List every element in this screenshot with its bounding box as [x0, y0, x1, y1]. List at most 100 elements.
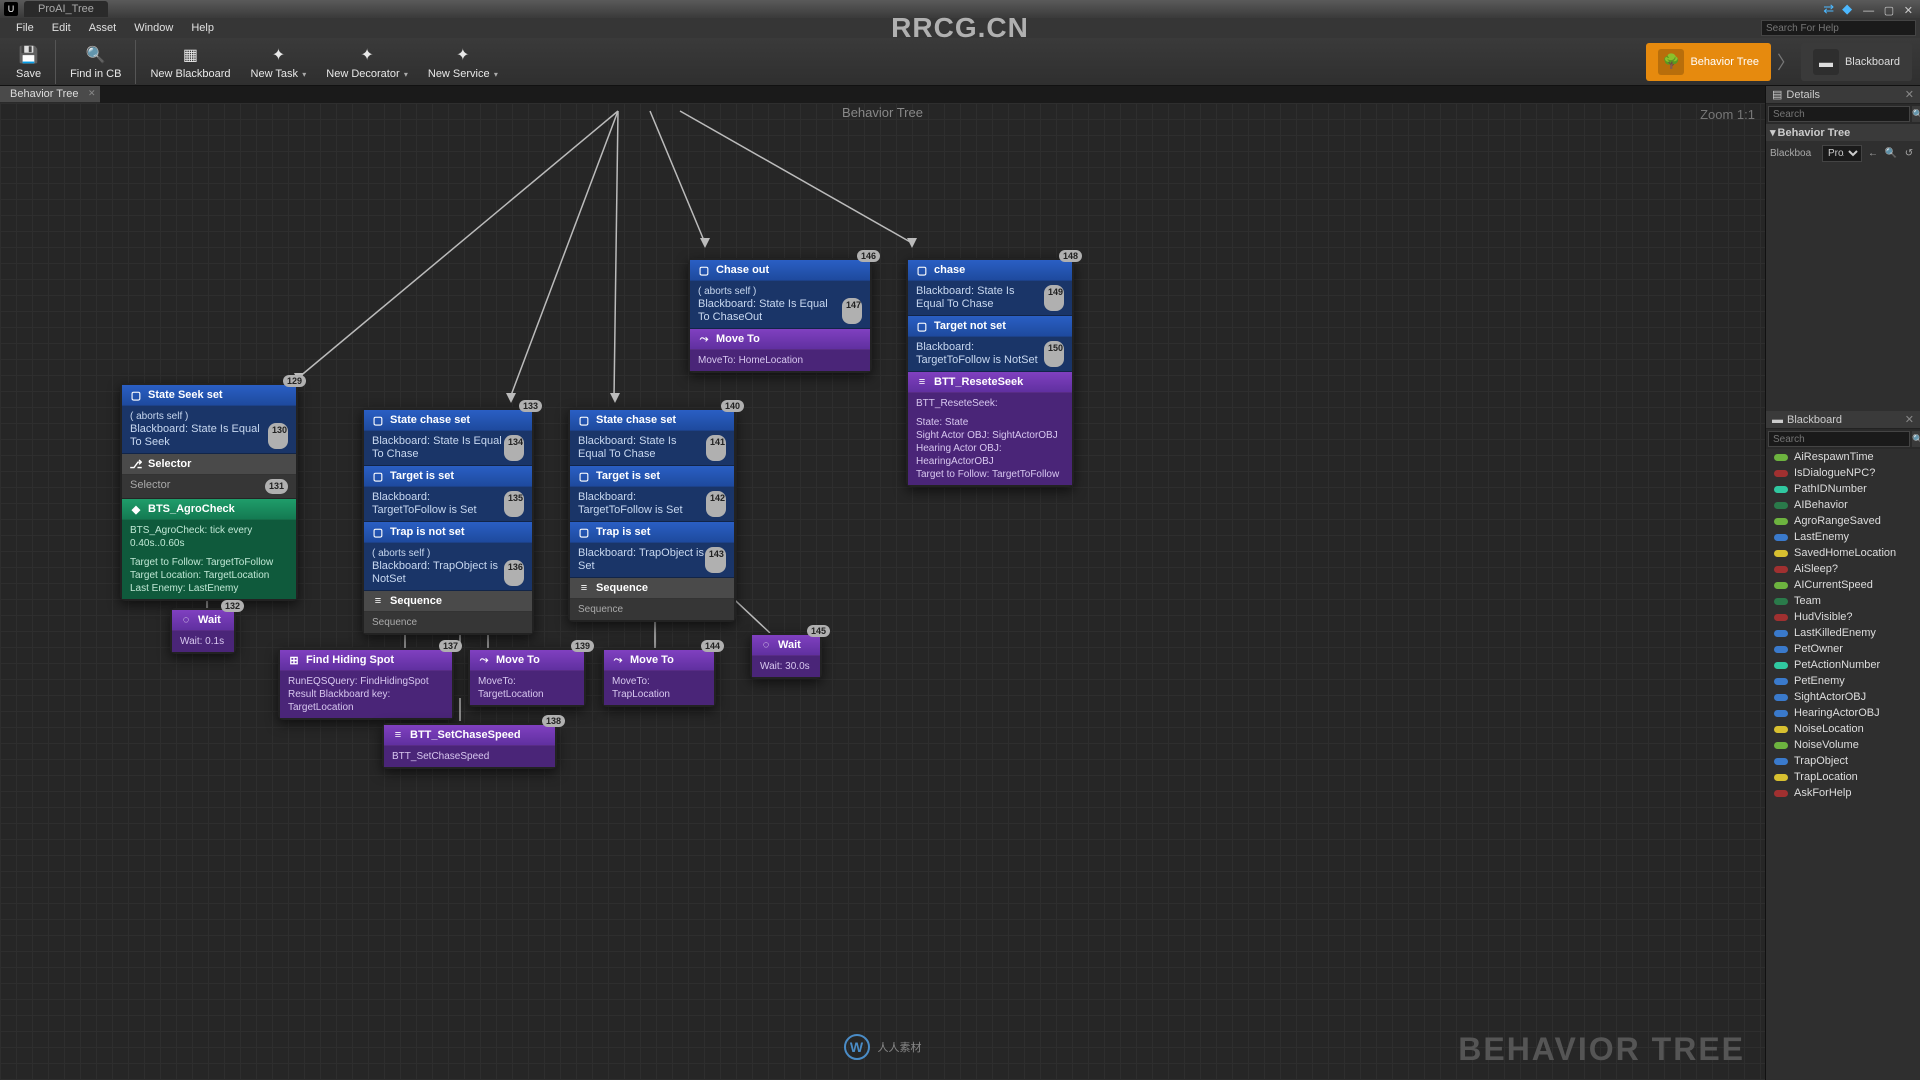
menu-asset[interactable]: Asset	[81, 20, 125, 36]
blackboard-key[interactable]: AiRespawnTime	[1766, 449, 1920, 465]
mode-blackboard[interactable]: ▬Blackboard	[1801, 43, 1912, 81]
blackboard-key-name: PetEnemy	[1794, 675, 1845, 687]
blackboard-key-name: AskForHelp	[1794, 787, 1851, 799]
blackboard-key[interactable]: SightActorOBJ	[1766, 689, 1920, 705]
node-chase-reset[interactable]: 148 ▢chase Blackboard: State Is Equal To…	[906, 258, 1074, 487]
node-moveto-trap[interactable]: 144 ⤳Move To MoveTo: TrapLocation	[602, 648, 716, 707]
blackboard-key[interactable]: TrapLocation	[1766, 769, 1920, 785]
type-pill-icon	[1774, 502, 1788, 509]
blackboard-key[interactable]: NoiseLocation	[1766, 721, 1920, 737]
blackboard-key[interactable]: PetEnemy	[1766, 673, 1920, 689]
search-icon[interactable]: 🔍	[1912, 431, 1920, 447]
graph-canvas[interactable]: Behavior Tree Zoom 1:1 BEHAVIOR TREE W人人…	[0, 103, 1765, 1080]
moveto-icon: ⤳	[478, 654, 490, 666]
node-state-chase-seq1[interactable]: 133 ▢State chase set Blackboard: State I…	[362, 408, 534, 635]
blackboard-key-name: AgroRangeSaved	[1794, 515, 1881, 527]
blackboard-key[interactable]: HearingActorOBJ	[1766, 705, 1920, 721]
blackboard-key-name: SavedHomeLocation	[1794, 547, 1896, 559]
graph-tab[interactable]: Behavior Tree✕	[0, 86, 100, 102]
node-find-hiding-spot[interactable]: 137 ⊞Find Hiding Spot RunEQSQuery: FindH…	[278, 648, 454, 720]
content: Behavior Tree Zoom 1:1 BEHAVIOR TREE W人人…	[0, 86, 1920, 1080]
moveto-icon: ⤳	[612, 654, 624, 666]
type-pill-icon	[1774, 774, 1788, 781]
decorator-icon: ▢	[698, 264, 710, 276]
close-icon[interactable]: ✕	[1905, 88, 1914, 101]
blackboard-key[interactable]: AskForHelp	[1766, 785, 1920, 801]
wait-icon: ◌	[180, 614, 192, 626]
details-search-input[interactable]	[1768, 106, 1910, 122]
blackboard-key[interactable]: LastEnemy	[1766, 529, 1920, 545]
new-blackboard-button[interactable]: ▦New Blackboard	[140, 40, 240, 84]
new-service-button[interactable]: ✦New Service ▾	[418, 40, 508, 84]
service-icon: ◆	[130, 503, 142, 515]
source-control-icon[interactable]: ⇄	[1823, 1, 1834, 17]
blackboard-key[interactable]: AIBehavior	[1766, 497, 1920, 513]
details-category[interactable]: ▾Behavior Tree	[1766, 124, 1920, 141]
sequence-icon: ≡	[372, 595, 384, 607]
wait-icon: ◌	[760, 639, 772, 651]
search-icon[interactable]: 🔍	[1912, 106, 1920, 122]
decorator-icon: ▢	[578, 470, 590, 482]
moveto-icon: ⤳	[698, 333, 710, 345]
node-state-chase-seq2[interactable]: 140 ▢State chase set Blackboard: State I…	[568, 408, 736, 622]
type-pill-icon	[1774, 646, 1788, 653]
mode-behavior-tree[interactable]: 🌳Behavior Tree	[1646, 43, 1770, 81]
blackboard-key[interactable]: Team	[1766, 593, 1920, 609]
task-icon: ✦	[267, 44, 289, 66]
menubar: File Edit Asset Window Help	[0, 18, 1920, 38]
node-chase-out[interactable]: 146 ▢Chase out ( aborts self )Blackboard…	[688, 258, 872, 373]
maximize-button[interactable]: ▢	[1881, 5, 1897, 17]
close-icon[interactable]: ✕	[88, 88, 96, 99]
toolbar: 💾Save 🔍Find in CB ▦New Blackboard ✦New T…	[0, 38, 1920, 86]
blackboard-key-name: AiSleep?	[1794, 563, 1838, 575]
node-state-seek-set[interactable]: 129 ▢State Seek set ( aborts self )Black…	[120, 383, 298, 601]
new-decorator-button[interactable]: ✦New Decorator ▾	[316, 40, 418, 84]
asset-tab[interactable]: ProAI_Tree	[24, 1, 108, 17]
blackboard-key[interactable]: IsDialogueNPC?	[1766, 465, 1920, 481]
node-moveto-target[interactable]: 139 ⤳Move To MoveTo: TargetLocation	[468, 648, 586, 707]
new-task-button[interactable]: ✦New Task ▾	[241, 40, 317, 84]
blackboard-key[interactable]: LastKilledEnemy	[1766, 625, 1920, 641]
node-wait-30[interactable]: 145 ◌Wait Wait: 30.0s	[750, 633, 822, 679]
blackboard-key-list[interactable]: AiRespawnTimeIsDialogueNPC? PathIDNumber A…	[1766, 449, 1920, 1080]
blackboard-key[interactable]: PathIDNumber	[1766, 481, 1920, 497]
blackboard-panel: ▬Blackboard✕ 🔍 AiRespawnTimeIsDialogueNP…	[1766, 411, 1920, 1080]
blackboard-key[interactable]: NoiseVolume	[1766, 737, 1920, 753]
close-button[interactable]: ✕	[1901, 5, 1916, 17]
blackboard-asset-select[interactable]: ProAI	[1822, 145, 1862, 162]
blackboard-key[interactable]: AICurrentSpeed	[1766, 577, 1920, 593]
menu-file[interactable]: File	[8, 20, 42, 36]
reset-icon[interactable]: ↺	[1902, 147, 1916, 161]
blackboard-key[interactable]: PetOwner	[1766, 641, 1920, 657]
blackboard-key[interactable]: HudVisible?	[1766, 609, 1920, 625]
menu-window[interactable]: Window	[126, 20, 181, 36]
node-wait-01[interactable]: 132 ◌Wait Wait: 0.1s	[170, 608, 236, 654]
blackboard-header[interactable]: ▬Blackboard✕	[1766, 411, 1920, 429]
find-in-cb-button[interactable]: 🔍Find in CB	[60, 40, 131, 84]
search-help-input[interactable]	[1761, 20, 1916, 36]
browse-icon[interactable]: ←	[1866, 147, 1880, 161]
save-button[interactable]: 💾Save	[6, 40, 51, 84]
blackboard-key[interactable]: AiSleep?	[1766, 561, 1920, 577]
type-pill-icon	[1774, 582, 1788, 589]
blackboard-key-name: LastKilledEnemy	[1794, 627, 1876, 639]
menu-edit[interactable]: Edit	[44, 20, 79, 36]
close-icon[interactable]: ✕	[1905, 413, 1914, 426]
minimize-button[interactable]: —	[1860, 5, 1877, 17]
site-watermark: W人人素材	[844, 1034, 922, 1060]
blackboard-key[interactable]: TrapObject	[1766, 753, 1920, 769]
node-set-chase-speed[interactable]: 138 ≡BTT_SetChaseSpeed BTT_SetChaseSpeed	[382, 723, 557, 769]
blackboard-key-name: PathIDNumber	[1794, 483, 1867, 495]
blackboard-key[interactable]: AgroRangeSaved	[1766, 513, 1920, 529]
tree-icon: 🌳	[1658, 49, 1684, 75]
eqs-icon: ⊞	[288, 654, 300, 666]
window-controls: — ▢ ✕	[1860, 2, 1916, 17]
blackboard-key[interactable]: PetActionNumber	[1766, 657, 1920, 673]
menu-help[interactable]: Help	[183, 20, 222, 36]
details-header[interactable]: ▤Details✕	[1766, 86, 1920, 104]
blackboard-key[interactable]: SavedHomeLocation	[1766, 545, 1920, 561]
blackboard-search-input[interactable]	[1768, 431, 1910, 447]
task-icon: ≡	[392, 729, 404, 741]
marketplace-icon[interactable]: ◆	[1842, 1, 1852, 17]
find-icon[interactable]: 🔍	[1884, 147, 1898, 161]
